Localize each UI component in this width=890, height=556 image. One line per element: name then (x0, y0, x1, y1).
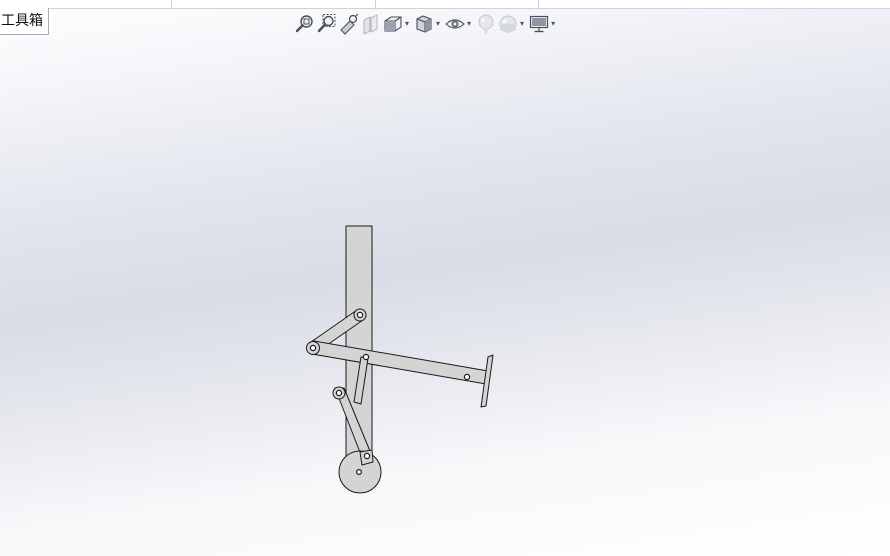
long-arm[interactable] (311, 340, 489, 385)
pivot-pin[interactable] (335, 389, 343, 397)
pivot-pin[interactable] (463, 373, 471, 381)
graphics-area[interactable]: 工具箱 ▾ ▾ ▾ ▾ ▾ (0, 0, 890, 556)
pivot-pin[interactable] (362, 353, 370, 361)
pivot-pin[interactable] (309, 344, 317, 352)
pivot-pin[interactable] (363, 452, 371, 460)
pivot-pin[interactable] (356, 311, 364, 319)
wheel-hub[interactable] (356, 469, 363, 476)
mechanism-model[interactable] (0, 0, 890, 556)
